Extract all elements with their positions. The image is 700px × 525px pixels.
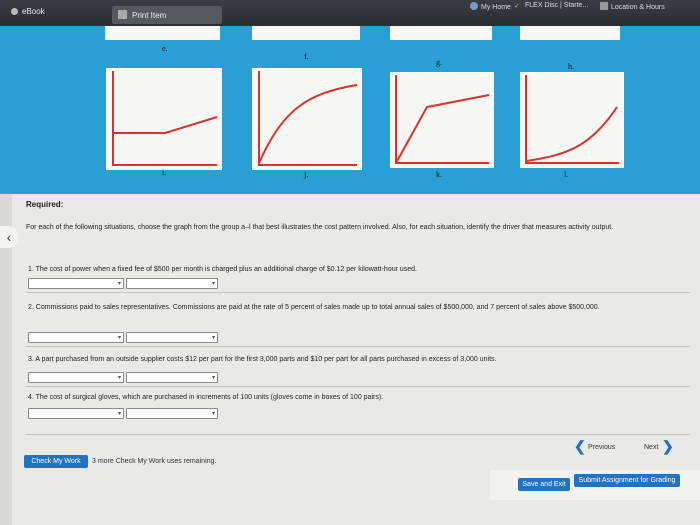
check-my-work-button[interactable]: Check My Work [24,455,88,468]
ebook-icon[interactable] [11,8,18,15]
graph-k-plot [395,75,490,164]
graph-panel-left [0,26,60,194]
q1-graph-select[interactable]: ▾ [28,278,124,289]
question-1: 1. The cost of power when a fixed fee of… [28,266,418,273]
chevron-left-icon[interactable]: ❮ [574,438,586,455]
check-icon: ✓ [514,3,520,10]
graph-a-strip [520,26,620,40]
q3-graph-select[interactable]: ▾ [28,372,124,383]
graph-label-i: i. [162,168,167,177]
globe-icon [470,2,478,10]
print-item-button[interactable]: Print Item [112,6,222,24]
ebook-tab[interactable]: eBook [22,7,45,16]
chevron-left-icon[interactable]: ‹ [0,226,18,248]
top-bar: eBook Print Item My Home ✓ FLEX Disc | St… [0,0,700,26]
print-item-label: Print Item [132,11,167,20]
cost-graphs-panel: e. f. g. h. i. j. k. l. [60,26,700,194]
chevron-right-icon[interactable]: ❯ [662,438,674,455]
graph-k [390,72,494,168]
check-uses-remaining: 3 more Check My Work uses remaining. [92,458,217,465]
graph-label-k: k. [436,170,442,179]
graph-label-j: j. [304,170,309,179]
chevron-down-icon: ▾ [117,281,121,287]
chevron-down-icon: ▾ [211,375,215,381]
q4-graph-select[interactable]: ▾ [28,408,124,419]
divider [26,434,690,435]
graph-c-strip [252,26,360,40]
divider [26,346,690,347]
bookmark-icon [600,2,608,10]
q2-graph-select[interactable]: ▾ [28,332,124,343]
question-2: 2. Commissions paid to sales representat… [28,304,600,311]
graph-label-f: f. [304,52,309,61]
q2-driver-select[interactable]: ▾ [126,332,218,343]
graph-j-plot [258,71,358,166]
chevron-down-icon: ▾ [211,335,215,341]
graph-l [520,72,624,168]
chevron-down-icon: ▾ [211,411,215,417]
graph-label-l: l. [564,170,569,179]
question-3: 3. A part purchased from an outside supp… [28,356,497,363]
graph-i [106,68,222,170]
graph-j [252,68,362,170]
bookmark-my-home[interactable]: My Home [470,2,511,11]
chevron-down-icon: ▾ [211,281,215,287]
question-4: 4. The cost of surgical gloves, which ar… [28,394,384,401]
bookmark-location-hours[interactable]: Location & Hours [600,2,665,11]
chevron-down-icon: ▾ [117,335,121,341]
chevron-down-icon: ▾ [117,411,121,417]
printer-icon [118,10,127,19]
chevron-down-icon: ▾ [117,375,121,381]
required-heading: Required: [26,200,64,209]
instructions-text: For each of the following situations, ch… [26,224,614,231]
q3-driver-select[interactable]: ▾ [126,372,218,383]
submit-assignment-button[interactable]: Submit Assignment for Grading [574,474,680,487]
graph-label-e: e. [162,44,168,53]
graph-l-plot [525,75,619,164]
graph-d-strip [105,26,220,40]
save-and-exit-button[interactable]: Save and Exit [518,478,570,491]
graph-b-strip [390,26,492,40]
graph-i-plot [112,71,218,166]
divider [26,386,690,387]
next-button[interactable]: Next [644,444,658,451]
q1-driver-select[interactable]: ▾ [126,278,218,289]
divider [26,292,690,293]
bookmark-flex-disc[interactable]: ✓ FLEX Disc | Starte... [514,2,588,10]
graph-label-h: h. [568,62,574,71]
previous-button[interactable]: Previous [588,444,615,451]
graph-label-g: g. [436,58,442,67]
q4-driver-select[interactable]: ▾ [126,408,218,419]
